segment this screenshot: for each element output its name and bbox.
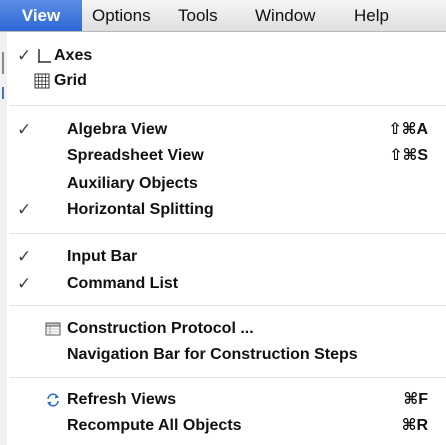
grid-icon xyxy=(34,73,50,89)
menu-item-recompute-all-objects[interactable]: Recompute All Objects ⌘R xyxy=(0,414,446,438)
menu-separator xyxy=(10,305,446,306)
menu-item-refresh-views[interactable]: Refresh Views ⌘F xyxy=(0,388,446,412)
menu-separator xyxy=(10,233,446,234)
menu-options[interactable]: Options xyxy=(92,0,151,31)
construction-protocol-label: Construction Protocol ... xyxy=(67,320,254,337)
axes-icon xyxy=(36,48,52,64)
menu-item-axes[interactable]: ✓ Axes xyxy=(0,44,446,68)
table-icon xyxy=(45,321,61,337)
auxiliary-objects-label: Auxiliary Objects xyxy=(67,175,198,192)
window-edge xyxy=(0,32,7,445)
algebra-view-shortcut: ⇧⌘A xyxy=(388,121,428,138)
menu-item-spreadsheet-view[interactable]: Spreadsheet View ⇧⌘S xyxy=(0,144,446,168)
horizontal-splitting-label: Horizontal Splitting xyxy=(67,201,214,218)
algebra-view-checkmark: ✓ xyxy=(17,120,32,139)
refresh-icon xyxy=(45,392,61,408)
horizontal-splitting-checkmark: ✓ xyxy=(17,200,32,219)
menu-window[interactable]: Window xyxy=(255,0,315,31)
refresh-views-shortcut: ⌘F xyxy=(403,391,428,408)
recompute-all-label: Recompute All Objects xyxy=(67,417,242,434)
navigation-bar-label: Navigation Bar for Construction Steps xyxy=(67,346,358,363)
input-bar-checkmark: ✓ xyxy=(17,247,32,266)
menu-item-auxiliary-objects[interactable]: Auxiliary Objects xyxy=(0,172,446,196)
menu-help[interactable]: Help xyxy=(354,0,389,31)
menu-item-horizontal-splitting[interactable]: ✓ Horizontal Splitting xyxy=(0,198,446,222)
view-dropdown-menu xyxy=(0,32,446,445)
menu-item-grid[interactable]: Grid xyxy=(0,69,446,93)
command-list-checkmark: ✓ xyxy=(17,274,32,293)
command-list-label: Command List xyxy=(67,275,179,292)
spreadsheet-view-label: Spreadsheet View xyxy=(67,147,204,164)
menu-item-command-list[interactable]: ✓ Command List xyxy=(0,272,446,296)
axes-label: Axes xyxy=(54,47,93,64)
menu-item-navigation-bar[interactable]: Navigation Bar for Construction Steps xyxy=(0,343,446,367)
spreadsheet-view-shortcut: ⇧⌘S xyxy=(389,147,428,164)
menu-bar: View Options Tools Window Help xyxy=(0,0,446,32)
menu-item-algebra-view[interactable]: ✓ Algebra View ⇧⌘A xyxy=(0,118,446,142)
refresh-views-label: Refresh Views xyxy=(67,391,177,408)
recompute-all-shortcut: ⌘R xyxy=(401,417,428,434)
menu-separator xyxy=(10,105,446,106)
grid-label: Grid xyxy=(54,72,87,89)
menu-item-construction-protocol[interactable]: Construction Protocol ... xyxy=(0,317,446,341)
input-bar-label: Input Bar xyxy=(67,248,138,265)
axes-checkmark: ✓ xyxy=(17,46,32,65)
menu-separator xyxy=(10,377,446,378)
menu-view[interactable]: View xyxy=(0,0,82,31)
menu-tools[interactable]: Tools xyxy=(178,0,218,31)
menu-item-input-bar[interactable]: ✓ Input Bar xyxy=(0,245,446,269)
algebra-view-label: Algebra View xyxy=(67,121,168,138)
